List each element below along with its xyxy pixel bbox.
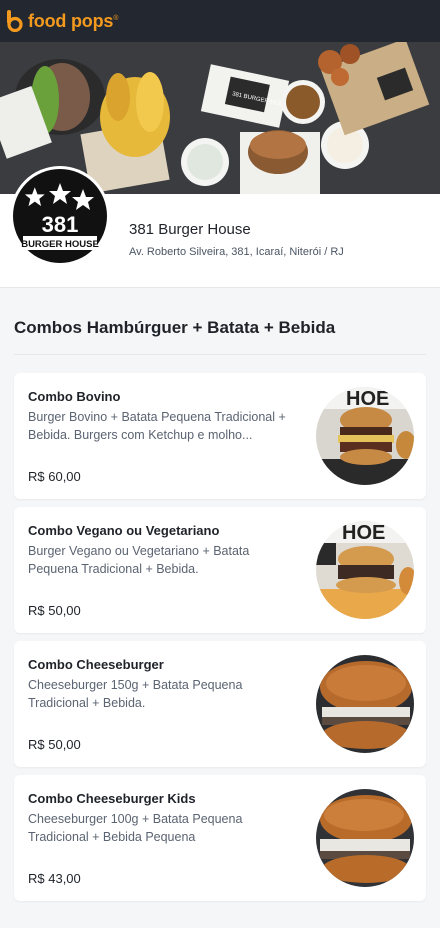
product-card[interactable]: Combo Vegano ou Vegetariano Burger Vegan… <box>14 507 426 633</box>
top-bar: food pops® <box>0 0 440 42</box>
store-name: 381 Burger House <box>129 221 251 238</box>
product-price: R$ 43,00 <box>28 871 81 886</box>
product-price: R$ 50,00 <box>28 603 81 618</box>
brand-name: food pops® <box>28 10 119 31</box>
product-description: Cheeseburger 150g + Batata Pequena Tradi… <box>28 678 243 710</box>
store-logo: 381 BURGER HOUSE <box>10 166 110 266</box>
product-image: HOE <box>316 521 414 619</box>
section-title: Combos Hambúrguer + Batata + Bebida <box>14 318 336 337</box>
product-image: HOE <box>316 387 414 485</box>
brand-logo[interactable]: food pops® <box>6 10 118 32</box>
svg-text:HOE: HOE <box>342 522 385 544</box>
product-price: R$ 50,00 <box>28 737 81 752</box>
product-card[interactable]: Combo Cheeseburger Cheeseburger 150g + B… <box>14 641 426 767</box>
product-card[interactable]: Combo Cheeseburger Kids Cheeseburger 100… <box>14 775 426 901</box>
svg-text:BURGER HOUSE: BURGER HOUSE <box>21 239 99 250</box>
store-header: 381 BURGER HOUSE 381 Burger House Av. Ro… <box>0 166 440 288</box>
product-description: Burger Vegano ou Vegetariano + Batata Pe… <box>28 544 250 576</box>
product-description: Cheeseburger 100g + Batata Pequena Tradi… <box>28 812 243 844</box>
product-card[interactable]: Combo Bovino Burger Bovino + Batata Pequ… <box>14 373 426 499</box>
product-list: Combo Bovino Burger Bovino + Batata Pequ… <box>0 355 440 901</box>
product-name: Combo Bovino <box>28 389 121 404</box>
product-image <box>316 655 414 753</box>
product-image <box>316 789 414 887</box>
product-price: R$ 60,00 <box>28 469 81 484</box>
product-description: Burger Bovino + Batata Pequena Tradicion… <box>28 410 286 442</box>
svg-text:HOE: HOE <box>346 388 389 410</box>
product-name: Combo Cheeseburger <box>28 657 164 672</box>
product-name: Combo Cheeseburger Kids <box>28 791 196 806</box>
store-address: Av. Roberto Silveira, 381, Icaraí, Niter… <box>129 246 344 258</box>
svg-text:381: 381 <box>42 212 79 237</box>
food-pops-logo-icon <box>7 10 23 32</box>
product-name: Combo Vegano ou Vegetariano <box>28 523 220 538</box>
